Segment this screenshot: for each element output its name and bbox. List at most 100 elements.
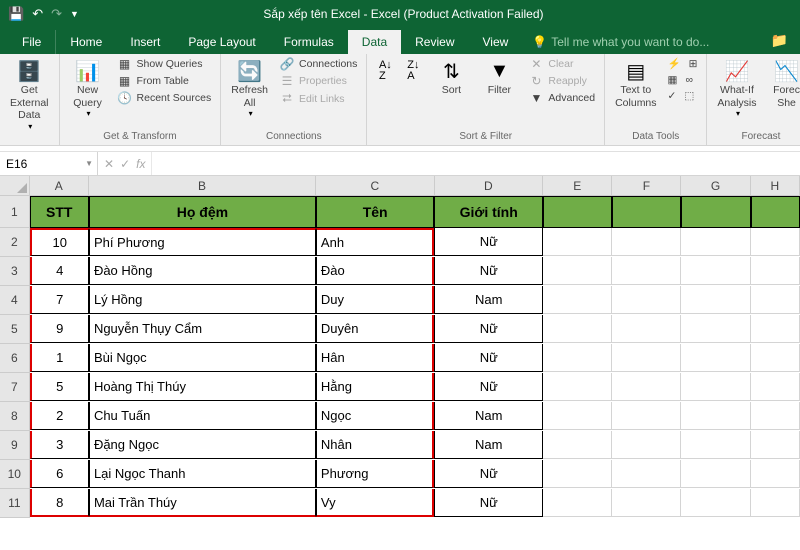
cell[interactable]: Duyên (316, 315, 435, 343)
tab-formulas[interactable]: Formulas (270, 30, 348, 54)
qat-dropdown-icon[interactable]: ▼ (70, 9, 79, 19)
show-queries-button[interactable]: ▦Show Queries (114, 56, 215, 72)
cell[interactable]: Hoàng Thị Thúy (89, 373, 316, 401)
cell[interactable] (681, 460, 750, 488)
enter-icon[interactable]: ✓ (120, 157, 130, 171)
row-header[interactable]: 1 (0, 196, 30, 228)
properties-button[interactable]: ☰Properties (276, 73, 360, 89)
cell[interactable] (612, 228, 681, 256)
cell[interactable]: Nam (434, 402, 543, 430)
cell[interactable]: Nhân (316, 431, 435, 459)
cell[interactable] (543, 431, 612, 459)
cell[interactable]: Chu Tuấn (89, 402, 316, 430)
cell[interactable]: Bùi Ngọc (89, 344, 316, 372)
col-header[interactable]: H (751, 176, 800, 196)
formula-input[interactable] (152, 152, 800, 175)
flash-fill-icon[interactable]: ⚡ (665, 56, 684, 71)
cell[interactable] (612, 196, 681, 228)
cell[interactable]: Hân (316, 344, 435, 372)
tab-pagelayout[interactable]: Page Layout (174, 30, 269, 54)
remove-dup-icon[interactable]: ▦ (665, 73, 681, 87)
filter-button[interactable]: ▼ Filter (477, 56, 521, 99)
validation-icon[interactable]: ✓ (665, 89, 680, 103)
select-all-corner[interactable] (0, 176, 30, 196)
cell[interactable]: Đặng Ngọc (89, 431, 316, 459)
consolidate-icon[interactable]: ⊞ (686, 56, 701, 71)
col-header[interactable]: F (612, 176, 681, 196)
cell[interactable] (751, 402, 800, 430)
cell[interactable] (751, 373, 800, 401)
edit-links-button[interactable]: ⮂Edit Links (276, 90, 360, 107)
cell[interactable] (543, 460, 612, 488)
cell[interactable]: Nữ (434, 228, 543, 256)
cell[interactable] (543, 402, 612, 430)
cell[interactable] (543, 489, 612, 517)
cell[interactable] (751, 489, 800, 517)
get-external-data-button[interactable]: 🗄️ Get External Data▾ (6, 56, 53, 133)
tab-insert[interactable]: Insert (116, 30, 174, 54)
cell[interactable]: Nam (434, 431, 543, 459)
row-header[interactable]: 11 (0, 489, 30, 518)
name-box-input[interactable] (6, 157, 91, 171)
cell[interactable] (612, 315, 681, 343)
cell[interactable]: Hằng (316, 373, 435, 401)
cell[interactable] (681, 431, 750, 459)
cell[interactable] (543, 286, 612, 314)
cell[interactable] (612, 257, 681, 285)
cell[interactable] (543, 315, 612, 343)
recent-sources-button[interactable]: 🕓Recent Sources (114, 90, 215, 106)
row-header[interactable]: 8 (0, 402, 30, 431)
cell[interactable]: Nữ (434, 344, 543, 372)
col-header[interactable]: E (543, 176, 612, 196)
cell[interactable] (612, 373, 681, 401)
cell[interactable] (751, 460, 800, 488)
cell[interactable]: Phí Phương (89, 228, 316, 256)
cell[interactable] (543, 196, 612, 228)
cell[interactable] (612, 402, 681, 430)
connections-button[interactable]: 🔗Connections (276, 56, 360, 72)
cell[interactable]: Đào (316, 257, 435, 285)
row-header[interactable]: 2 (0, 228, 30, 257)
advanced-filter-button[interactable]: ▼Advanced (525, 90, 598, 106)
cell[interactable]: Giới tính (434, 196, 543, 228)
cell[interactable]: Lý Hồng (89, 286, 316, 314)
cell[interactable] (681, 489, 750, 517)
text-to-columns-button[interactable]: ▤ Text to Columns (611, 56, 660, 111)
row-header[interactable]: 4 (0, 286, 30, 315)
cell[interactable] (543, 257, 612, 285)
cell[interactable]: 4 (30, 257, 89, 285)
cell[interactable]: Phương (316, 460, 435, 488)
cell[interactable] (751, 196, 800, 228)
reapply-button[interactable]: ↻Reapply (525, 73, 598, 89)
cell[interactable]: Duy (316, 286, 435, 314)
cell[interactable]: Nữ (434, 257, 543, 285)
cell[interactable]: Anh (316, 228, 435, 256)
cell[interactable]: 6 (30, 460, 89, 488)
cell[interactable] (751, 228, 800, 256)
cell[interactable]: Nữ (434, 315, 543, 343)
cell[interactable]: 5 (30, 373, 89, 401)
tell-me-search[interactable]: 💡Tell me what you want to do... (522, 30, 719, 54)
row-header[interactable]: 5 (0, 315, 30, 344)
relationships-icon[interactable]: ∞ (682, 73, 696, 87)
share-icon[interactable]: 📁 (759, 27, 800, 54)
whatif-button[interactable]: 📈 What-If Analysis▾ (713, 56, 760, 120)
row-header[interactable]: 3 (0, 257, 30, 286)
cell[interactable] (612, 431, 681, 459)
tab-view[interactable]: View (469, 30, 523, 54)
cell[interactable]: Nữ (434, 373, 543, 401)
name-box-dropdown-icon[interactable]: ▼ (85, 159, 93, 168)
cell[interactable]: Nữ (434, 460, 543, 488)
save-icon[interactable]: 💾 (8, 6, 24, 22)
cell[interactable]: Mai Trần Thúy (89, 489, 316, 517)
cell[interactable]: Lại Ngọc Thanh (89, 460, 316, 488)
row-header[interactable]: 6 (0, 344, 30, 373)
row-header[interactable]: 9 (0, 431, 30, 460)
tab-file[interactable]: File (8, 30, 56, 54)
from-table-button[interactable]: ▦From Table (114, 73, 215, 89)
cell[interactable]: Ngọc (316, 402, 435, 430)
cell[interactable] (612, 344, 681, 372)
cell[interactable]: 7 (30, 286, 89, 314)
col-header[interactable]: B (89, 176, 316, 196)
new-query-button[interactable]: 📊 New Query▾ (66, 56, 110, 120)
